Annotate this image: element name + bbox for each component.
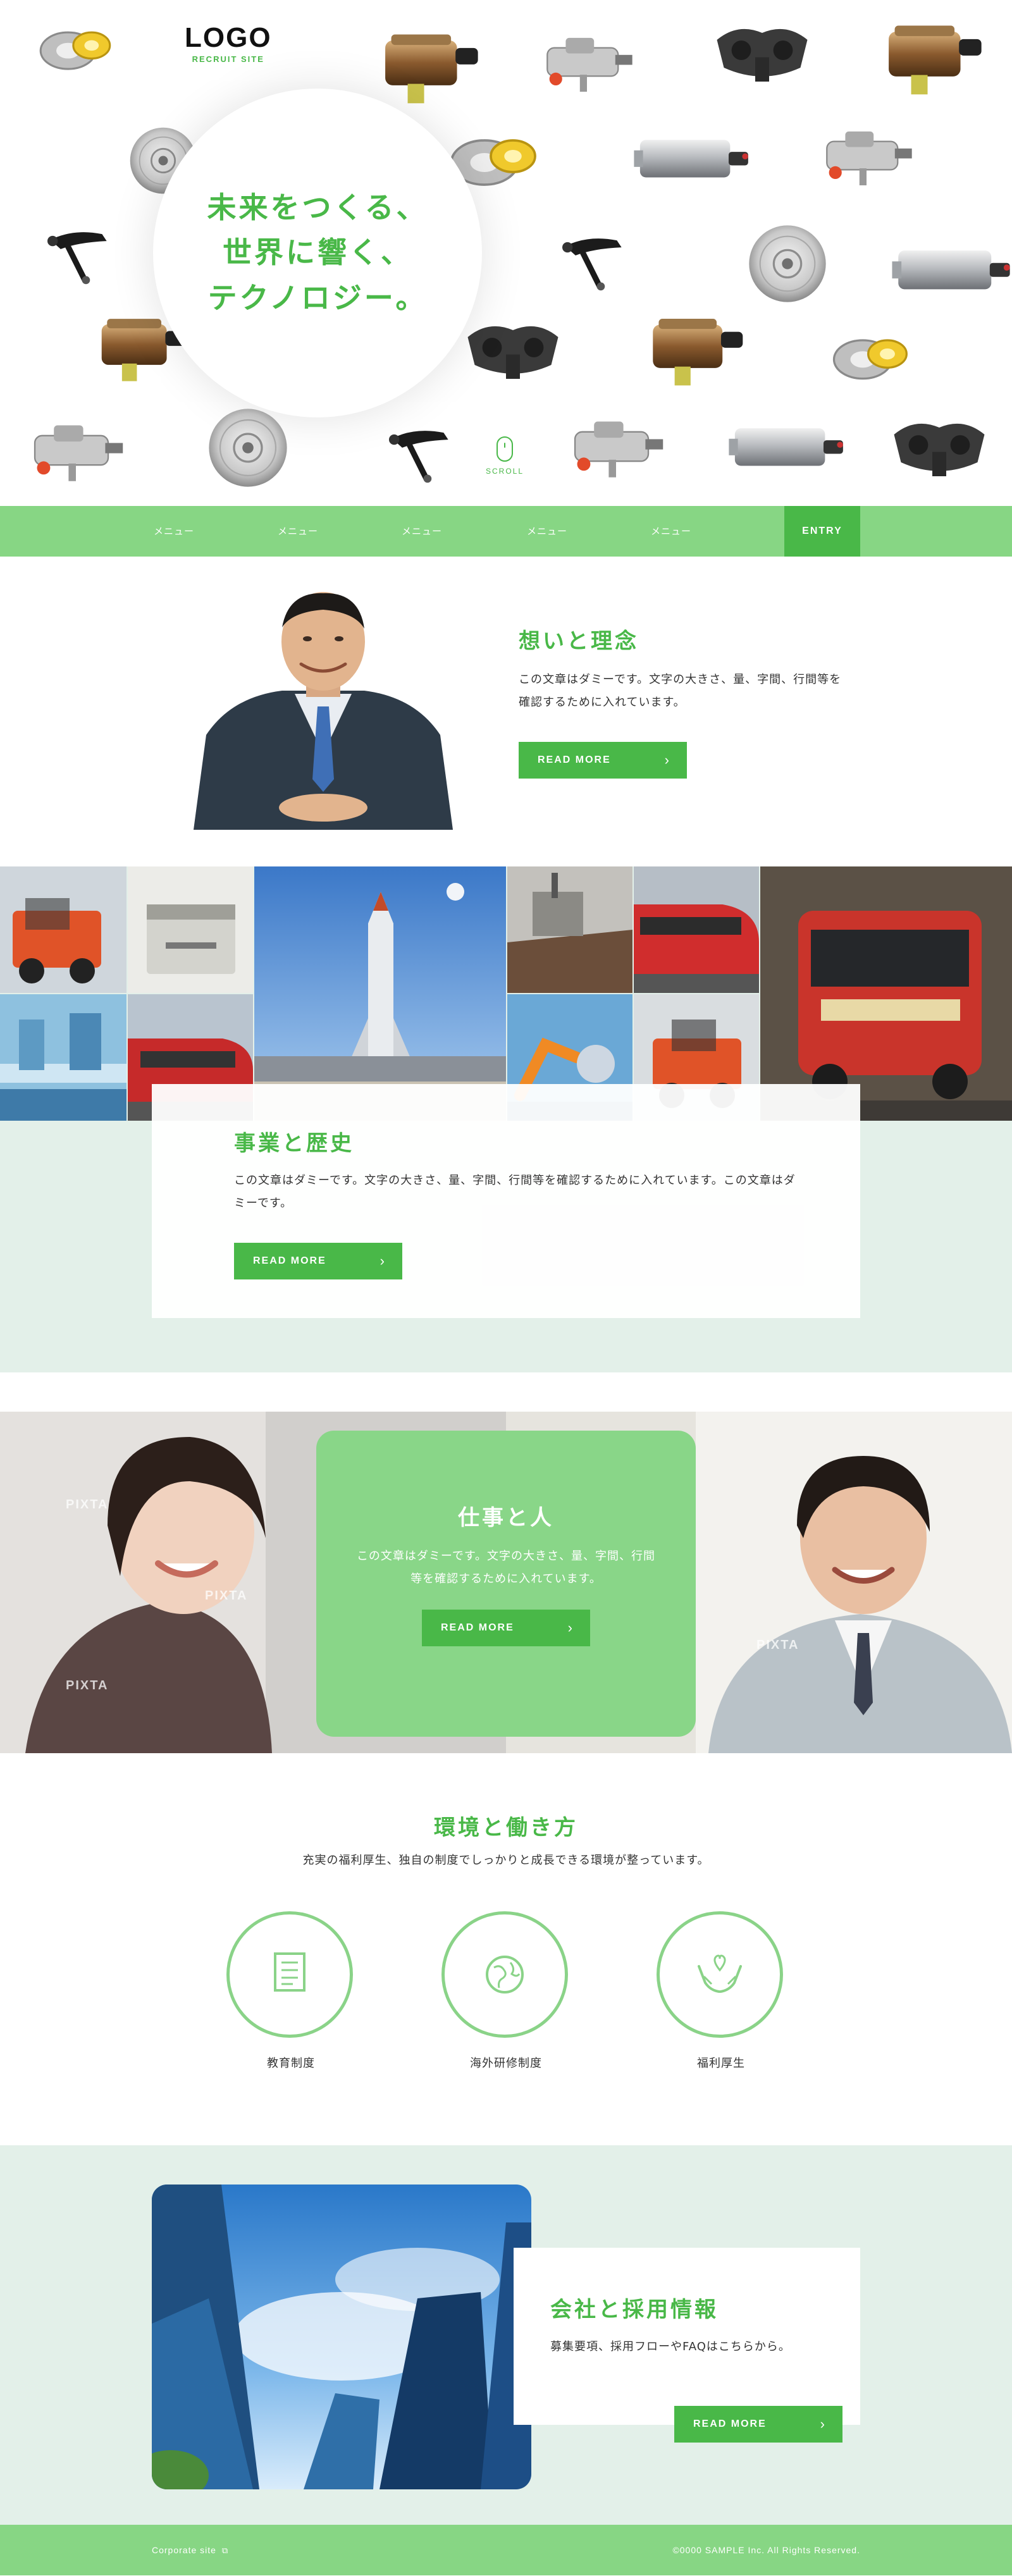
watermark-text: PIXTA bbox=[66, 1498, 109, 1512]
nav-item[interactable]: メニュー bbox=[630, 506, 712, 557]
philosophy-title: 想いと理念 bbox=[519, 629, 639, 654]
button-label: READ MORE bbox=[693, 2419, 767, 2429]
caliper-part-image bbox=[23, 414, 129, 487]
printer-machine-image bbox=[128, 866, 253, 993]
button-label: READ MORE bbox=[253, 1255, 326, 1266]
business-title: 事業と歴史 bbox=[234, 1131, 354, 1156]
nav-item[interactable]: メニュー bbox=[381, 506, 463, 557]
logo-subtitle: RECRUIT SITE bbox=[192, 54, 264, 64]
environment-item-label: 教育制度 bbox=[267, 2057, 315, 2070]
scroll-label: SCROLL bbox=[486, 467, 524, 476]
caliper-part-image bbox=[536, 27, 638, 97]
caliper-part-image bbox=[563, 410, 669, 483]
site-footer: Corporate site ⧉ ©0000 SAMPLE Inc. All R… bbox=[0, 2525, 1012, 2575]
document-icon bbox=[274, 1952, 305, 1992]
mouse-icon bbox=[497, 436, 514, 462]
manifold-part-image bbox=[459, 316, 567, 386]
conveyor-factory-image bbox=[0, 994, 126, 1121]
section-spacer bbox=[0, 1372, 1012, 1410]
fuel-pump-image bbox=[727, 417, 848, 478]
people-section: PIXTA PIXTA PIXTA PIXTA 仕事と人 この文章はダミーです。… bbox=[0, 1412, 1012, 1753]
brake-disc-image bbox=[746, 223, 829, 305]
people-read-more-button[interactable]: READ MORE › bbox=[422, 1610, 590, 1646]
ceo-portrait-image bbox=[194, 589, 453, 830]
chevron-right-icon: › bbox=[567, 1620, 574, 1636]
environment-section: 環境と働き方 充実の福利厚生、独自の制度でしっかりと成長できる環境が整っています… bbox=[0, 1753, 1012, 2145]
company-text: 募集要項、採用フローやFAQはこちらから。 bbox=[550, 2340, 791, 2353]
loader-vehicle-image bbox=[0, 866, 126, 993]
hands-heart-icon bbox=[698, 1954, 742, 1993]
people-card: 仕事と人 この文章はダミーです。文字の大きさ、量、字間、行間等を確認するために入… bbox=[316, 1431, 696, 1737]
nav-item[interactable]: メニュー bbox=[506, 506, 588, 557]
catchcopy-line: 未来をつくる、 bbox=[207, 190, 428, 225]
control-arm-image bbox=[386, 421, 455, 484]
control-arm-image bbox=[559, 229, 629, 292]
environment-item-label: 海外研修制度 bbox=[470, 2057, 542, 2070]
company-read-more-button[interactable]: READ MORE › bbox=[674, 2406, 842, 2443]
philosophy-section: 想いと理念 この文章はダミーです。文字の大きさ、量、字間、行間等を確認するために… bbox=[0, 557, 1012, 866]
caliper-part-image bbox=[816, 120, 917, 191]
copyright-text: ©0000 SAMPLE Inc. All Rights Reserved. bbox=[672, 2545, 860, 2555]
rocket-monument-image bbox=[254, 866, 506, 1121]
external-link-icon: ⧉ bbox=[221, 2546, 229, 2555]
skyscraper-sky-image bbox=[152, 2185, 531, 2489]
control-arm-image bbox=[44, 223, 114, 286]
philosophy-read-more-button[interactable]: READ MORE › bbox=[519, 742, 687, 779]
overseas-training-item-circle[interactable] bbox=[441, 1911, 568, 2038]
manifold-part-image bbox=[708, 19, 816, 89]
watermark-text: PIXTA bbox=[66, 1679, 109, 1692]
business-card: 事業と歴史 この文章はダミーです。文字の大きさ、量、字間、行間等を確認するために… bbox=[152, 1084, 860, 1318]
entry-button[interactable]: ENTRY bbox=[784, 506, 860, 557]
ignition-coil-image bbox=[643, 309, 750, 388]
red-train-image bbox=[634, 866, 759, 993]
ignition-coil-image bbox=[374, 24, 486, 106]
chevron-right-icon: › bbox=[820, 2416, 826, 2432]
philosophy-text: この文章はダミーです。文字の大きさ、量、字間、行間等を確認するために入れています… bbox=[519, 673, 842, 709]
welfare-item-circle[interactable] bbox=[657, 1911, 783, 2038]
manifold-part-image bbox=[885, 414, 993, 483]
environment-title: 環境と働き方 bbox=[434, 1815, 578, 1840]
watermark-text: PIXTA bbox=[205, 1589, 248, 1603]
nav-item[interactable]: メニュー bbox=[257, 506, 339, 557]
catchcopy-line: テクノロジー。 bbox=[207, 280, 428, 315]
company-title: 会社と採用情報 bbox=[550, 2297, 719, 2322]
business-text: この文章はダミーです。文字の大きさ、量、字間、行間等を確認するために入れています… bbox=[234, 1174, 796, 1210]
scroll-indicator[interactable]: SCROLL bbox=[486, 436, 524, 476]
global-nav: メニュー メニュー メニュー メニュー メニュー ENTRY bbox=[0, 506, 1012, 557]
hero-section: LOGO RECRUIT SITE 未来をつくる、 世界に響く、 テクノロジー。… bbox=[0, 0, 1012, 506]
corporate-site-label: Corporate site bbox=[152, 2545, 216, 2555]
site-logo[interactable]: LOGO RECRUIT SITE bbox=[185, 22, 272, 65]
nav-item[interactable]: メニュー bbox=[133, 506, 215, 557]
catchcopy-circle: 未来をつくる、 世界に響く、 テクノロジー。 bbox=[153, 89, 482, 417]
business-photo-mosaic bbox=[0, 866, 1012, 1121]
business-read-more-button[interactable]: READ MORE › bbox=[234, 1243, 402, 1279]
environment-text: 充実の福利厚生、独自の制度でしっかりと成長できる環境が整っています。 bbox=[302, 1854, 710, 1867]
watermark-text: PIXTA bbox=[756, 1638, 799, 1652]
business-section: 事業と歴史 この文章はダミーです。文字の大きさ、量、字間、行間等を確認するために… bbox=[0, 866, 1012, 1372]
people-text: この文章はダミーです。文字の大きさ、量、字間、行間等を確認するために入れています… bbox=[356, 1550, 656, 1586]
bearing-part-image bbox=[830, 329, 912, 385]
fuel-pump-image bbox=[891, 239, 1012, 302]
ignition-coil-image bbox=[878, 15, 989, 97]
bearing-part-image bbox=[37, 22, 115, 75]
corporate-site-link[interactable]: Corporate site ⧉ bbox=[152, 2525, 228, 2576]
logo-text: LOGO bbox=[185, 22, 272, 53]
button-label: READ MORE bbox=[538, 755, 611, 765]
button-label: READ MORE bbox=[441, 1622, 514, 1633]
globe-icon bbox=[486, 1956, 524, 1994]
environment-item-label: 福利厚生 bbox=[697, 2057, 745, 2070]
brake-disc-image bbox=[206, 406, 290, 490]
chevron-right-icon: › bbox=[664, 752, 670, 768]
chevron-right-icon: › bbox=[379, 1253, 386, 1269]
education-item-circle[interactable] bbox=[226, 1911, 353, 2038]
catchcopy-line: 世界に響く、 bbox=[223, 235, 412, 270]
ship-image bbox=[507, 866, 632, 993]
trolley-bus-image bbox=[760, 866, 1012, 1121]
fuel-pump-image bbox=[632, 129, 753, 190]
company-card: 会社と採用情報 募集要項、採用フローやFAQはこちらから。 bbox=[514, 2248, 860, 2425]
people-title: 仕事と人 bbox=[458, 1505, 554, 1531]
company-section: 会社と採用情報 募集要項、採用フローやFAQはこちらから。 READ MORE … bbox=[0, 2145, 1012, 2525]
